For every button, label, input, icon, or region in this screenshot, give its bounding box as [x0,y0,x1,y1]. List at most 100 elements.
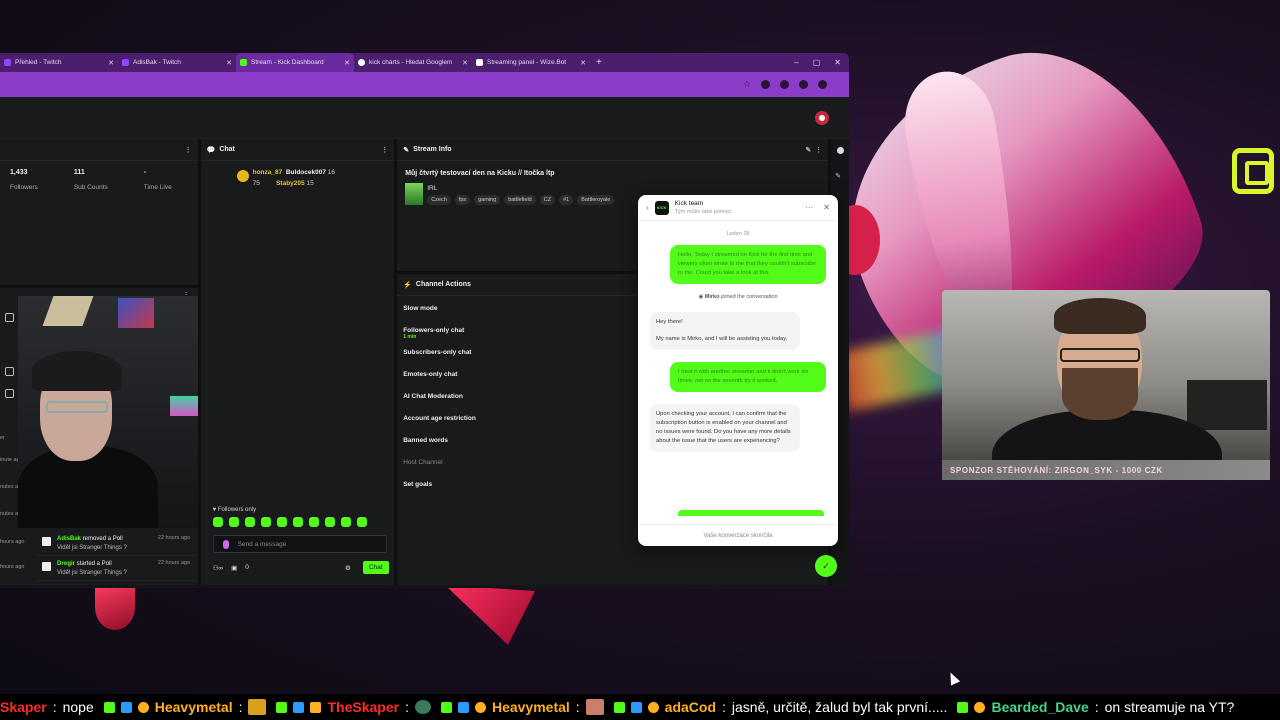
more-icon[interactable]: ··· [805,203,813,212]
category-thumbnail [405,183,424,205]
close-icon[interactable]: ✕ [823,203,830,212]
chat-user[interactable]: Staby205 [276,180,305,187]
tab-kick-dashboard[interactable]: Stream - Kick Dashboard ✕ [236,53,354,72]
action-slow-mode[interactable]: Slow mode [403,305,476,327]
action-emotes-only[interactable]: Emotes-only chat [403,371,476,393]
feed-user: Drogir [57,561,75,567]
users-icon[interactable]: ⚇∞ [213,564,223,572]
emote-icon[interactable] [244,517,255,527]
minimize-button[interactable]: – [794,58,798,67]
feed-time: 22 hours ago [157,560,190,566]
tab-wizebot[interactable]: Streaming panel - Wize.Bot ✕ [472,53,590,72]
action-label: Emotes-only chat [403,371,458,378]
chat-toolbar: ⚇∞ ▣ 0 ⚙ Chat [213,561,389,574]
action-subscribers-only[interactable]: Subscribers-only chat [403,349,476,371]
poster [118,298,154,328]
avatar[interactable] [815,111,829,125]
ticker-message: nope [62,699,94,715]
ticker-sep: : [575,699,580,715]
checkbox[interactable] [5,367,14,376]
close-icon[interactable]: ✕ [226,59,232,67]
action-label: Set goals [403,481,433,488]
profile-icon[interactable] [818,80,827,89]
emote-icon[interactable] [356,517,367,527]
chat-input[interactable]: Send a message [212,535,387,553]
ticker-item: Bearded_Dave : on streamuje na YT? [957,699,1234,715]
extension-icon[interactable] [799,80,808,89]
address-bar[interactable]: ☆ [0,72,849,97]
list-item[interactable]: Drogir started a Poll Viděl jsi Stranger … [36,556,196,581]
close-window-button[interactable]: ✕ [834,58,841,67]
action-label: Account age restriction [403,415,476,422]
action-ai-moderation[interactable]: AI Chat Moderation [403,393,476,415]
side-label: nutes a [0,511,19,517]
emote-icon[interactable] [308,517,319,527]
message-incoming: Upon checking your account, I can confir… [650,404,800,452]
maximize-button[interactable]: ▢ [813,58,821,67]
followers-only-label: ♥ Followers only [212,507,257,513]
stream-title: Můj čtvrtý testovací den na Kicku // Ito… [405,170,555,177]
action-followers-only[interactable]: Followers-only chat 1 min [403,327,476,349]
feed-time: 22 hours ago [157,535,190,541]
action-set-goals[interactable]: Set goals [403,481,476,503]
action-banned-words[interactable]: Banned words [403,437,476,459]
emote-icon[interactable] [228,517,239,527]
pencil-icon[interactable]: ✎ [835,172,849,180]
back-icon[interactable]: ‹ [646,203,649,212]
extension-icon[interactable] [761,80,770,89]
coin-icon [974,701,986,713]
more-icon[interactable]: ⋮ [381,146,388,154]
ticker-message: on streamuje na YT? [1104,699,1235,715]
subs-value: 111 [73,169,85,176]
close-icon[interactable]: ✕ [580,59,586,67]
star-icon[interactable]: ☆ [743,79,751,90]
checkbox[interactable] [5,389,14,398]
emote-icon[interactable] [276,517,287,527]
check-button[interactable]: ✓ [815,555,837,577]
kick-icon [957,701,969,713]
close-icon[interactable]: ✕ [108,59,114,67]
tag: Czech [427,195,451,205]
emote-icon[interactable] [324,517,335,527]
chat-user[interactable]: Buldocek007 [286,169,326,176]
emote-icon[interactable] [340,517,351,527]
action-label: Banned words [403,437,448,444]
tab-google-search[interactable]: kick charts - Hledat Googlem ✕ [354,53,472,72]
tab-twitch-adisbak[interactable]: AdisBak - Twitch ✕ [118,53,236,72]
google-icon [358,59,365,66]
ticker-item: Heavymetal : [440,699,604,715]
new-tab-button[interactable]: + [596,57,602,68]
action-account-age[interactable]: Account age restriction [403,415,476,437]
edit-icon[interactable]: ✎ ⋮ [805,146,822,154]
action-host-channel[interactable]: Host Channel [403,459,476,481]
monitor [1187,380,1267,430]
followers-value: 1,433 [10,169,28,176]
ticker-sep: : [238,699,243,715]
close-icon[interactable]: ✕ [462,59,468,67]
emote-icon[interactable] [212,517,223,527]
chat-user[interactable]: honza_87 [253,169,283,176]
feed-action: removed a Poll [82,536,123,542]
tab-twitch-overview[interactable]: Přehled - Twitch ✕ [0,53,118,72]
kick-icon [240,59,247,66]
emote-icon [585,699,604,715]
checkbox[interactable] [5,313,14,322]
person-glasses [1060,348,1140,362]
extension-icon[interactable] [780,80,789,89]
close-icon[interactable]: ✕ [344,59,350,67]
side-label: hours ago [0,564,25,570]
list-item[interactable]: AdisBak removed a Poll Viděl jsi Stranger… [36,531,196,556]
kick-icon [103,701,115,713]
emote-icon[interactable] [292,517,303,527]
gift-icon[interactable]: ▣ [231,564,237,572]
action-label: Host Channel [403,459,443,466]
chat-send-button[interactable]: Chat [362,561,389,574]
webcam-overlay-right [942,290,1270,480]
emote-icon[interactable] [260,517,271,527]
sponsor-banner: SPONZOR STĚHOVÁNÍ: ZIRGON_SYK - 1000 CZK [942,460,1270,480]
gear-icon[interactable]: ⚙ [345,564,351,572]
microphone-icon[interactable] [222,540,229,549]
more-icon[interactable]: ⋮ [185,146,192,154]
info-icon[interactable] [836,147,844,154]
ticker-user: Heavymetal [491,699,570,715]
